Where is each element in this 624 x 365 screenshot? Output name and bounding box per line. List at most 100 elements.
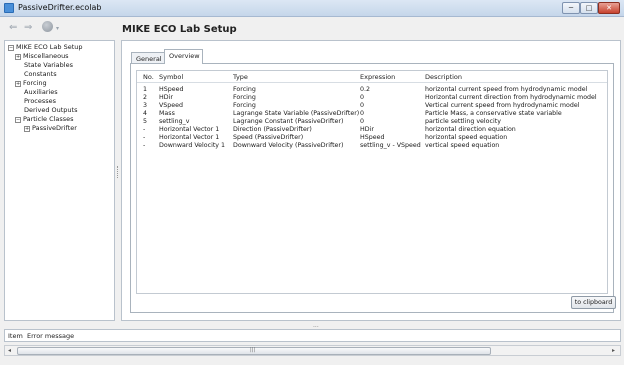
table-cell: particle settling velocity — [425, 118, 501, 125]
error-list: Item Error message — [4, 329, 621, 342]
column-header-symbol[interactable]: Symbol — [159, 73, 183, 81]
table-cell: 0.2 — [360, 86, 371, 93]
column-header-error-message[interactable]: Error message — [27, 332, 74, 340]
splitter-grip[interactable] — [117, 166, 119, 178]
table-cell: Vertical current speed from hydrodynamic… — [425, 102, 580, 109]
table-cell: 1 — [143, 86, 148, 93]
tree-item-state-variables[interactable]: State Variables — [24, 61, 73, 70]
nav-toolbar: ⇐ ⇒ ▾ — [0, 18, 118, 40]
table-cell: Forcing — [233, 86, 256, 93]
tree-label: PassiveDrifter — [32, 124, 77, 132]
table-cell: Forcing — [233, 94, 256, 101]
table-cell: Horizontal Vector 1 — [159, 126, 220, 133]
overview-table[interactable]: No. Symbol Type Expression Description 1… — [136, 70, 608, 294]
expand-icon[interactable]: + — [24, 126, 30, 132]
table-row[interactable]: 4 Mass Lagrange State Variable (PassiveDri… — [137, 110, 607, 118]
tree-item-processes[interactable]: Processes — [24, 97, 56, 106]
maximize-button[interactable]: □ — [580, 2, 598, 14]
table-row[interactable]: - Horizontal Vector 1 Speed (PassiveDrifte… — [137, 134, 607, 142]
content-area: General Overview No. Symbol Type Express… — [121, 40, 621, 321]
scroll-left-icon[interactable]: ◂ — [8, 347, 11, 354]
table-cell: Downward Velocity 1 — [159, 142, 226, 149]
overview-panel: No. Symbol Type Expression Description 1… — [130, 63, 616, 313]
tree-label: Miscellaneous — [23, 52, 69, 60]
tab-overview[interactable]: Overview — [164, 49, 203, 64]
column-header-expression[interactable]: Expression — [360, 73, 395, 81]
close-button[interactable]: ✕ — [598, 2, 620, 14]
forward-arrow-icon[interactable]: ⇒ — [24, 22, 32, 33]
table-cell: Lagrange State Variable (PassiveDrifter) — [233, 110, 360, 117]
setup-tree[interactable]: − MIKE ECO Lab Setup + Miscellaneous State… — [4, 40, 115, 321]
tree-label: Forcing — [23, 79, 47, 87]
history-dropdown-icon[interactable]: ▾ — [56, 25, 59, 32]
back-arrow-icon[interactable]: ⇐ — [9, 22, 17, 33]
table-cell: horizontal direction equation — [425, 126, 516, 133]
to-clipboard-button[interactable]: to clipboard — [571, 296, 616, 309]
table-row[interactable]: - Horizontal Vector 1 Direction (PassiveDr… — [137, 126, 607, 134]
tree-label: State Variables — [24, 61, 73, 69]
tree-label: Processes — [24, 97, 57, 105]
table-row[interactable]: 5 settling_v Lagrange Constant (PassiveDri… — [137, 118, 607, 126]
expand-icon[interactable]: + — [15, 81, 21, 87]
table-cell: Mass — [159, 110, 175, 117]
table-cell: 2 — [143, 94, 148, 101]
history-icon[interactable] — [42, 21, 53, 32]
table-cell: - — [143, 142, 146, 149]
table-cell: - — [143, 126, 146, 133]
table-cell: horizontal speed equation — [425, 134, 508, 141]
tree-item-forcing[interactable]: + Forcing — [15, 79, 47, 88]
column-header-type[interactable]: Type — [233, 73, 248, 81]
table-cell: 0 — [360, 102, 365, 109]
table-row[interactable]: 1 HSpeed Forcing 0.2 horizontal current spee… — [137, 86, 607, 94]
table-cell: 0 — [360, 110, 365, 117]
table-row[interactable]: - Downward Velocity 1 Downward Velocity (P… — [137, 142, 607, 150]
table-cell: HSpeed — [159, 86, 184, 93]
main-header: MIKE ECO Lab Setup — [121, 20, 621, 40]
table-row[interactable]: 3 VSpeed Forcing 0 Vertical current speed fr… — [137, 102, 607, 110]
tree-item-constants[interactable]: Constants — [24, 70, 57, 79]
tree-item-miscellaneous[interactable]: + Miscellaneous — [15, 52, 69, 61]
page-title: MIKE ECO Lab Setup — [122, 24, 237, 35]
table-cell: Forcing — [233, 102, 256, 109]
horizontal-splitter-grip[interactable]: ... — [313, 322, 319, 329]
table-cell: settling_v - VSpeed — [360, 142, 421, 149]
table-cell: Speed (PassiveDrifter) — [233, 134, 304, 141]
table-cell: settling_v — [159, 118, 190, 125]
minimize-button[interactable]: ─ — [562, 2, 580, 14]
tree-label: MIKE ECO Lab Setup — [16, 43, 83, 51]
table-cell: vertical speed equation — [425, 142, 500, 149]
table-cell: 0 — [360, 118, 365, 125]
table-cell: horizontal current speed from hydrodynam… — [425, 86, 588, 93]
app-icon — [4, 3, 14, 13]
horizontal-scrollbar[interactable]: ◂ ||| ▸ — [4, 345, 621, 356]
table-cell: 0 — [360, 94, 365, 101]
tree-label: Derived Outputs — [24, 106, 78, 114]
table-cell: 3 — [143, 102, 148, 109]
collapse-icon[interactable]: − — [15, 117, 21, 123]
scrollbar-thumb[interactable]: ||| — [17, 347, 491, 355]
vertical-splitter[interactable] — [116, 40, 120, 321]
tree-item-passivedrifter[interactable]: + PassiveDrifter — [24, 124, 77, 133]
tree-item-particle-classes[interactable]: − Particle Classes — [15, 115, 74, 124]
column-header-description[interactable]: Description — [425, 73, 462, 81]
tree-label: Constants — [24, 70, 57, 78]
expand-icon[interactable]: + — [15, 54, 21, 60]
tree-item-derived-outputs[interactable]: Derived Outputs — [24, 106, 78, 115]
scroll-grip-icon: ||| — [250, 347, 256, 353]
tree-item-root[interactable]: − MIKE ECO Lab Setup — [8, 43, 83, 52]
collapse-icon[interactable]: − — [8, 45, 14, 51]
tree-item-auxiliaries[interactable]: Auxiliaries — [24, 88, 58, 97]
column-header-item[interactable]: Item — [8, 332, 23, 340]
table-header: No. Symbol Type Expression Description — [137, 71, 607, 83]
window-title: PassiveDrifter.ecolab — [18, 3, 102, 12]
table-row[interactable]: 2 HDir Forcing 0 Horizontal current directio… — [137, 94, 607, 102]
table-cell: Horizontal current direction from hydrod… — [425, 94, 597, 101]
tree-label: Auxiliaries — [24, 88, 58, 96]
scroll-right-icon[interactable]: ▸ — [612, 347, 615, 354]
tree-label: Particle Classes — [23, 115, 74, 123]
table-cell: VSpeed — [159, 102, 184, 109]
table-cell: HSpeed — [360, 134, 385, 141]
table-cell: Downward Velocity (PassiveDrifter) — [233, 142, 344, 149]
column-header-no[interactable]: No. — [143, 73, 154, 81]
table-cell: Lagrange Constant (PassiveDrifter) — [233, 118, 344, 125]
